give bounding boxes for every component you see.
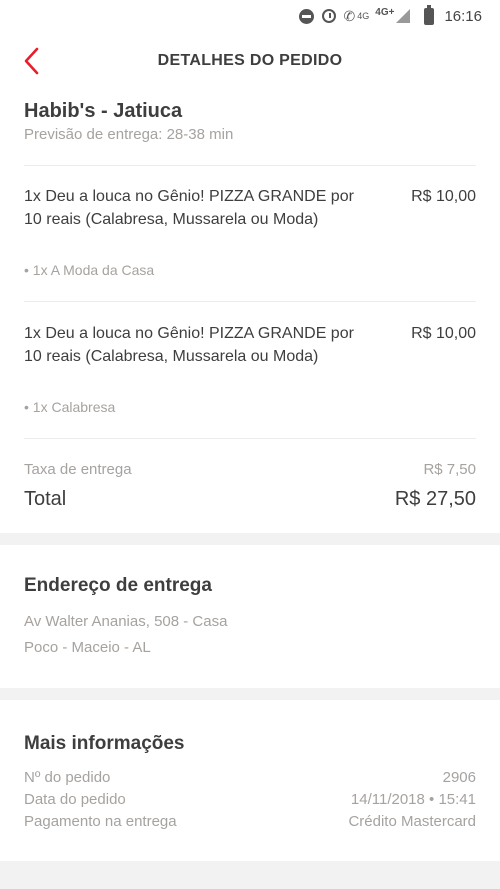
total-label: Total: [24, 488, 67, 510]
section-separator: [0, 533, 500, 545]
divider: [24, 301, 476, 302]
network-small-label: 4G: [357, 11, 370, 21]
alarm-icon: [321, 9, 336, 23]
order-number-value: 2906: [442, 769, 476, 786]
item-price: R$ 10,00: [411, 325, 476, 342]
battery-icon: [424, 4, 435, 25]
delivery-eta: Previsão de entrega: 28-38 min: [24, 126, 234, 143]
item-option: • 1x A Moda da Casa: [24, 262, 155, 278]
section-separator: [0, 861, 500, 889]
divider: [24, 165, 476, 166]
signal-icon: [396, 9, 411, 23]
divider: [24, 438, 476, 439]
payment-label: Pagamento na entrega: [24, 813, 177, 830]
do-not-disturb-icon: [298, 8, 314, 24]
restaurant-name: Habib's - Jatiuca: [24, 100, 183, 122]
page-title: DETALHES DO PEDIDO: [157, 52, 343, 69]
item-name: 1x Deu a louca no Gênio! PIZZA GRANDE po…: [24, 188, 354, 228]
status-bar: ✆ 4G 4G+ 16:16: [0, 0, 500, 32]
total-value: R$ 27,50: [394, 488, 476, 510]
network-type-label: 4G+: [375, 6, 395, 18]
delivery-fee-value: R$ 7,50: [423, 461, 476, 478]
payment-value: Crédito Mastercard: [348, 813, 476, 830]
order-date-label: Data do pedido: [24, 791, 126, 808]
order-number-label: Nº do pedido: [24, 769, 111, 786]
wifi-call-icon: ✆: [343, 7, 356, 24]
order-date-value: 14/11/2018 • 15:41: [350, 791, 476, 808]
item-option: • 1x Calabresa: [24, 399, 116, 415]
address-title: Endereço de entrega: [24, 575, 212, 596]
address-line-1: Av Walter Ananias, 508 - Casa: [24, 613, 228, 630]
item-price: R$ 10,00: [411, 188, 476, 205]
app-header: DETALHES DO PEDIDO: [0, 38, 500, 84]
address-line-2: Poco - Maceio - AL: [24, 639, 151, 656]
more-info-title: Mais informações: [24, 733, 185, 754]
item-name: 1x Deu a louca no Gênio! PIZZA GRANDE po…: [24, 325, 354, 365]
delivery-fee-label: Taxa de entrega: [24, 461, 132, 478]
section-separator: [0, 688, 500, 700]
status-time: 16:16: [444, 7, 482, 25]
